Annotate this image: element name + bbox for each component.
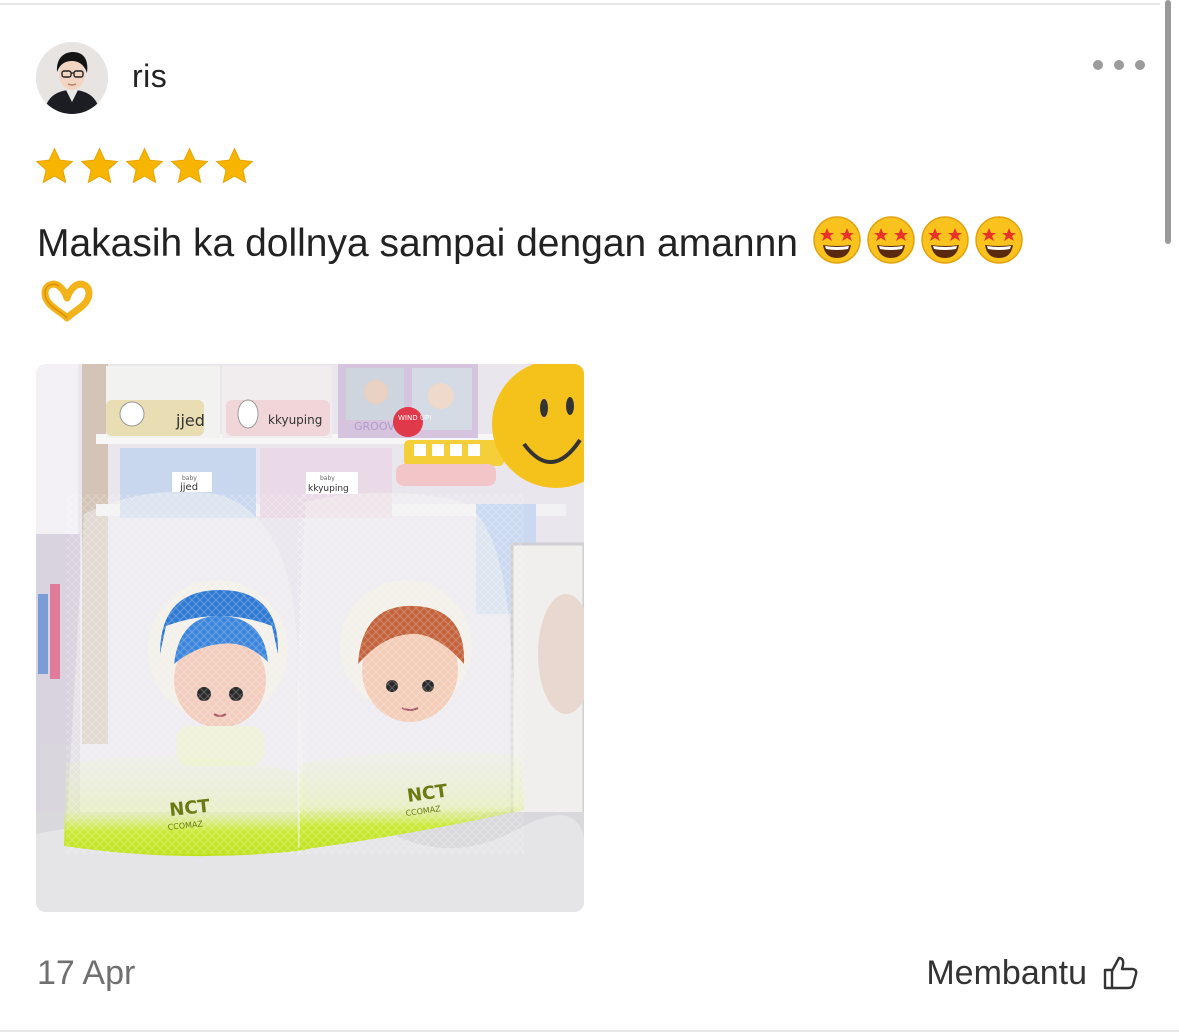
- review-text: Makasih ka dollnya sampai dengan amannn: [37, 214, 1137, 328]
- box-label-kkyuping: kkyuping: [226, 399, 330, 436]
- avatar[interactable]: [36, 42, 108, 114]
- star-icon: [35, 147, 74, 184]
- svg-text:GROOV: GROOV: [354, 420, 395, 433]
- emoji-row: [37, 272, 1137, 328]
- star-rating: [34, 146, 255, 190]
- svg-text:baby: baby: [320, 475, 335, 482]
- more-dot-icon: [1093, 60, 1103, 70]
- svg-text:jjed: jjed: [179, 482, 198, 493]
- svg-text:baby: baby: [182, 475, 197, 482]
- svg-text:jjed: jjed: [175, 411, 205, 430]
- review-photo[interactable]: jjed kkyuping GROOV WIND UP! baby jjed b…: [36, 364, 584, 912]
- svg-text:NCT: NCT: [168, 796, 211, 821]
- star-struck-emoji: [975, 216, 1023, 264]
- bottom-divider: [0, 1030, 1179, 1032]
- username[interactable]: ris: [132, 58, 172, 95]
- box-label-jjed: jjed: [106, 400, 205, 436]
- star-struck-emoji: [921, 216, 969, 264]
- star-icon: [170, 147, 209, 184]
- helpful-label: Membantu: [926, 953, 1087, 992]
- review-photo-image: jjed kkyuping GROOV WIND UP! baby jjed b…: [36, 364, 584, 912]
- star-struck-emoji: [867, 216, 915, 264]
- svg-text:kkyuping: kkyuping: [268, 413, 322, 427]
- more-options-button[interactable]: [1093, 58, 1145, 72]
- star-icon: [215, 147, 254, 184]
- avatar-image: [36, 42, 108, 114]
- svg-text:kkyuping: kkyuping: [308, 484, 349, 494]
- review-body: Makasih ka dollnya sampai dengan amannn: [37, 222, 798, 265]
- scrollbar[interactable]: [1165, 0, 1173, 1034]
- thumbs-up-icon: [1103, 956, 1138, 990]
- star-icon: [125, 147, 164, 184]
- helpful-button[interactable]: Membantu: [926, 950, 1139, 996]
- scrollbar-thumb[interactable]: [1165, 0, 1171, 244]
- more-dot-icon: [1114, 60, 1124, 70]
- star-icon: [80, 147, 119, 184]
- review-date: 17 Apr: [37, 954, 136, 992]
- star-struck-emoji: [813, 216, 861, 264]
- svg-text:WIND UP!: WIND UP!: [398, 414, 432, 422]
- top-divider: [0, 3, 1160, 5]
- more-dot-icon: [1135, 60, 1145, 70]
- heart-hands-emoji: [41, 280, 93, 322]
